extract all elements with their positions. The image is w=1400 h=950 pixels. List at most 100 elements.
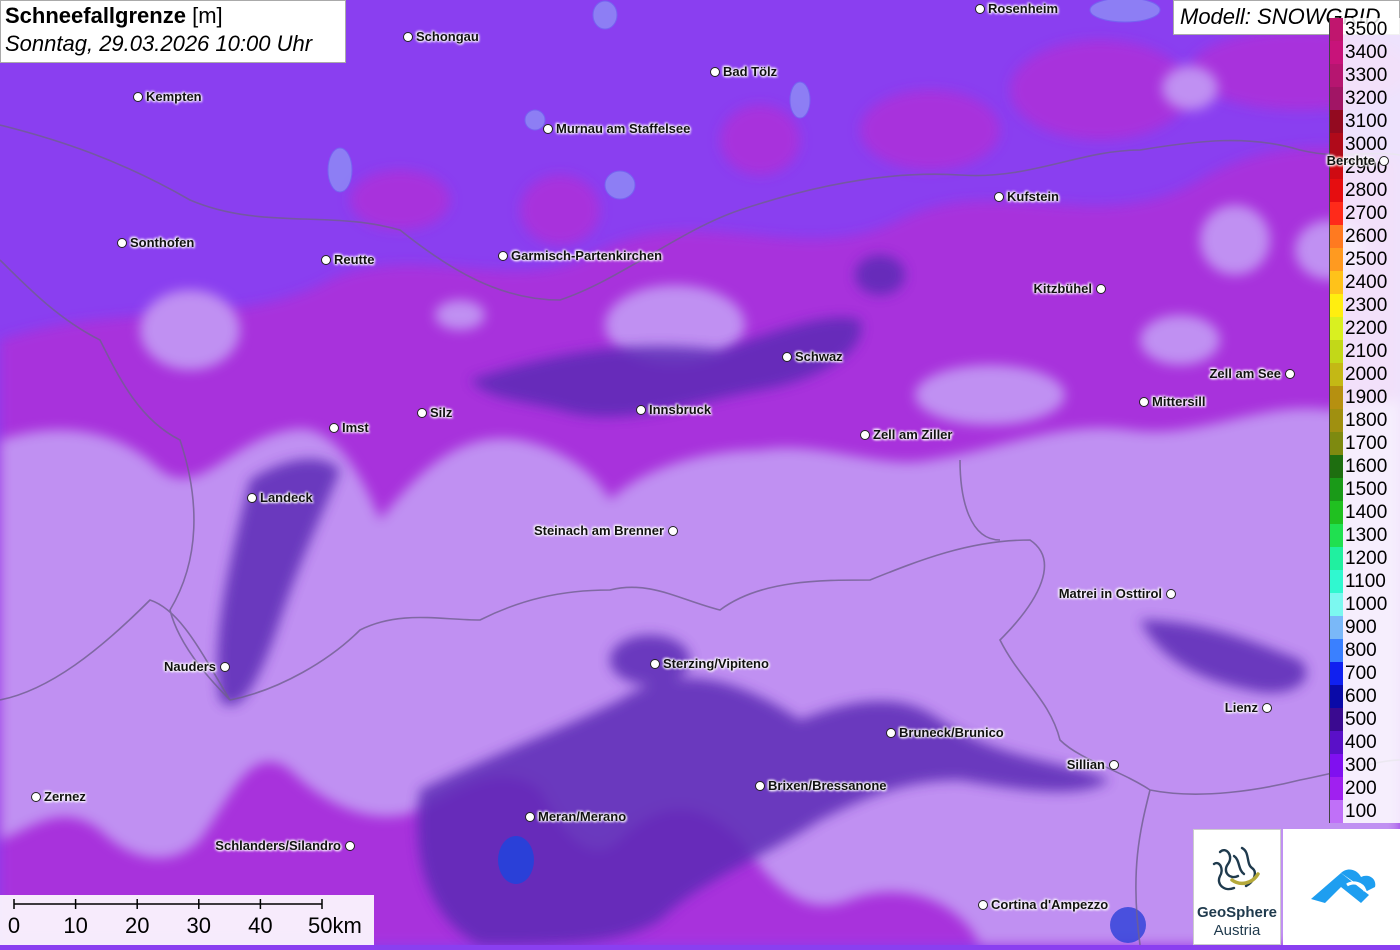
legend-label: 200 [1343,777,1400,800]
city-name: Innsbruck [649,402,712,417]
legend-swatch [1329,294,1343,317]
legend-swatch [1329,41,1343,64]
city-name: Silz [430,405,453,420]
legend-label: 1800 [1343,409,1400,432]
legend-label: 800 [1343,639,1400,662]
legend-item: 2100 [1329,340,1400,363]
legend-label: 2700 [1343,202,1400,225]
legend-item: 500 [1329,708,1400,731]
legend-item: 3300 [1329,64,1400,87]
legend-label: 500 [1343,708,1400,731]
city-name: Murnau am Staffelsee [556,121,691,136]
legend-label: 1000 [1343,593,1400,616]
legend-label: 900 [1343,616,1400,639]
legend-item: 100 [1329,800,1400,823]
city-dot-icon [1379,156,1389,166]
legend-item: 1700 [1329,432,1400,455]
legend-label: 3300 [1343,64,1400,87]
city-dot-icon [782,352,792,362]
snowgrid-logo[interactable] [1283,829,1400,945]
city-name: Garmisch-Partenkirchen [511,248,663,263]
legend-item: 300 [1329,754,1400,777]
legend-label: 2000 [1343,363,1400,386]
city-name: Lienz [1224,700,1258,715]
city-dot-icon [345,841,355,851]
city-dot-icon [417,408,427,418]
legend-label: 2100 [1343,340,1400,363]
map-date: Sonntag, 29.03.2026 10:00 Uhr [5,31,313,56]
city-name: Landeck [260,490,313,505]
city-name: Meran/Merano [538,809,627,824]
legend-swatch [1329,800,1343,823]
city-name: Kempten [146,89,202,104]
legend-item: 2700 [1329,202,1400,225]
legend-item: 1400 [1329,501,1400,524]
city-name: Zell am See [1209,366,1281,381]
legend-label: 2400 [1343,271,1400,294]
legend-item: 2300 [1329,294,1400,317]
city-dot-icon [1096,284,1106,294]
city-name: Rosenheim [988,1,1059,16]
legend-item: 3100 [1329,110,1400,133]
legend-item: 1000 [1329,593,1400,616]
legend-swatch [1329,432,1343,455]
color-legend: 3500 3400 3300 3200 3100 3000 2900 2800 2700 2600… [1329,18,1400,832]
legend-item: 800 [1329,639,1400,662]
city-dot-icon [329,423,339,433]
city-dot-icon [321,255,331,265]
legend-swatch [1329,202,1343,225]
city-dot-icon [1109,760,1119,770]
legend-swatch [1329,317,1343,340]
legend-item: 200 [1329,777,1400,800]
legend-swatch [1329,731,1343,754]
legend-swatch [1329,271,1343,294]
legend-item: 1600 [1329,455,1400,478]
city-name: Steinach am Brenner [533,523,664,538]
city-dot-icon [117,238,127,248]
legend-swatch [1329,616,1343,639]
legend-label: 2300 [1343,294,1400,317]
legend-label: 3500 [1343,18,1400,41]
legend-item: 900 [1329,616,1400,639]
legend-swatch [1329,524,1343,547]
legend-label: 1100 [1343,570,1400,593]
legend-swatch [1329,64,1343,87]
legend-item: 2200 [1329,317,1400,340]
legend-item: 2000 [1329,363,1400,386]
city-name: Matrei in Osttirol [1058,586,1162,601]
legend-swatch [1329,455,1343,478]
city-dot-icon [650,659,660,669]
city-dot-icon [1262,703,1272,713]
city-dot-icon [710,67,720,77]
city-name: Zell am Ziller [873,427,953,442]
legend-label: 2200 [1343,317,1400,340]
city-dot-icon [668,526,678,536]
city-dot-icon [525,812,535,822]
legend-swatch [1329,547,1343,570]
city-name: Kitzbühel [1033,281,1093,296]
geosphere-logo[interactable]: GeoSphere Austria [1193,829,1281,945]
city-name: Berchte [1326,153,1375,168]
legend-item: 600 [1329,685,1400,708]
scale-label: 30 [186,913,212,938]
legend-item: 2400 [1329,271,1400,294]
legend-label: 2600 [1343,225,1400,248]
scale-bar: 0 10 20 30 40 50km [0,895,374,945]
city-dot-icon [860,430,870,440]
legend-label: 100 [1343,800,1400,823]
legend-swatch [1329,87,1343,110]
legend-label: 3400 [1343,41,1400,64]
snowfall-map[interactable] [0,0,1400,945]
city-dot-icon [220,662,230,672]
scale-label: 20 [124,913,150,938]
city-name: Brixen/Bressanone [768,778,887,793]
city-name: Schlanders/Silandro [215,838,341,853]
legend-swatch [1329,685,1343,708]
scale-label: 40 [248,913,273,938]
city-name: Zernez [44,789,86,804]
legend-swatch [1329,248,1343,271]
legend-swatch [1329,386,1343,409]
city-dot-icon [543,124,553,134]
geosphere-name: GeoSphere [1196,904,1278,921]
legend-item: 1900 [1329,386,1400,409]
